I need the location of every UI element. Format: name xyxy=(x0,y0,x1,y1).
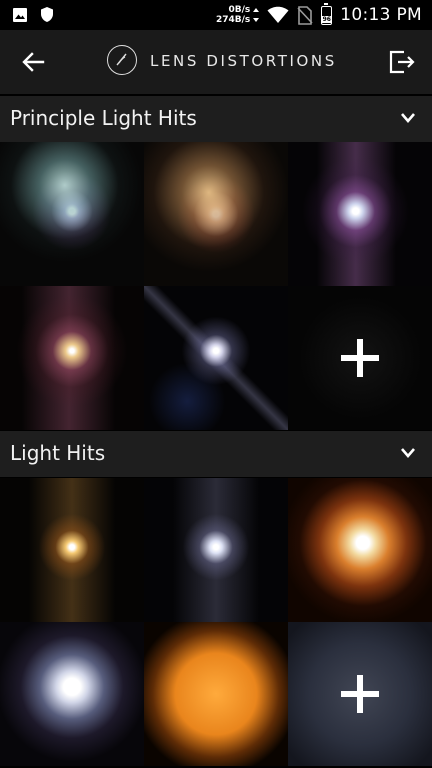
chevron-down-icon[interactable] xyxy=(400,446,416,460)
light-hits-grid xyxy=(0,478,432,766)
battery-level: 96 xyxy=(322,15,332,23)
wifi-icon xyxy=(267,6,289,23)
add-flare-button[interactable] xyxy=(288,622,432,766)
add-flare-button[interactable] xyxy=(288,286,432,430)
battery-icon: 96 xyxy=(321,2,333,25)
chevron-down-icon[interactable] xyxy=(400,111,416,125)
shield-icon xyxy=(41,7,53,22)
status-bar: 0B/s 274B/s 96 10:13 PM xyxy=(0,0,432,30)
app-header: LENS DISTORTIONS xyxy=(0,30,432,94)
plus-icon xyxy=(341,339,379,377)
section-header-light-hits[interactable]: Light Hits xyxy=(0,431,432,477)
image-icon xyxy=(13,7,27,22)
no-sim-icon xyxy=(297,5,313,25)
flare-thumbnail[interactable] xyxy=(144,286,288,430)
flare-thumbnail[interactable] xyxy=(144,622,288,766)
flare-thumbnail[interactable] xyxy=(0,142,144,286)
network-speed: 0B/s 274B/s xyxy=(216,5,250,25)
flare-thumbnail[interactable] xyxy=(288,478,432,622)
net-down-speed: 0B/s xyxy=(228,5,251,15)
exit-icon[interactable] xyxy=(388,49,416,75)
flare-thumbnail[interactable] xyxy=(0,622,144,766)
brand-logo-icon xyxy=(107,45,137,75)
flare-thumbnail[interactable] xyxy=(144,142,288,286)
plus-icon xyxy=(341,675,379,713)
flare-thumbnail[interactable] xyxy=(0,478,144,622)
transfer-arrows-icon xyxy=(253,8,260,22)
arrow-left-icon[interactable] xyxy=(20,49,46,75)
flare-thumbnail[interactable] xyxy=(144,478,288,622)
flare-thumbnail[interactable] xyxy=(288,142,432,286)
brand-title: LENS DISTORTIONS xyxy=(150,52,337,70)
principle-light-hits-grid xyxy=(0,142,432,430)
net-up-speed: 274B/s xyxy=(215,15,251,25)
clock: 10:13 PM xyxy=(340,5,422,25)
section-header-principle-light-hits[interactable]: Principle Light Hits xyxy=(0,96,432,142)
flare-thumbnail[interactable] xyxy=(0,286,144,430)
section-title: Principle Light Hits xyxy=(10,106,197,130)
section-title: Light Hits xyxy=(10,441,106,465)
